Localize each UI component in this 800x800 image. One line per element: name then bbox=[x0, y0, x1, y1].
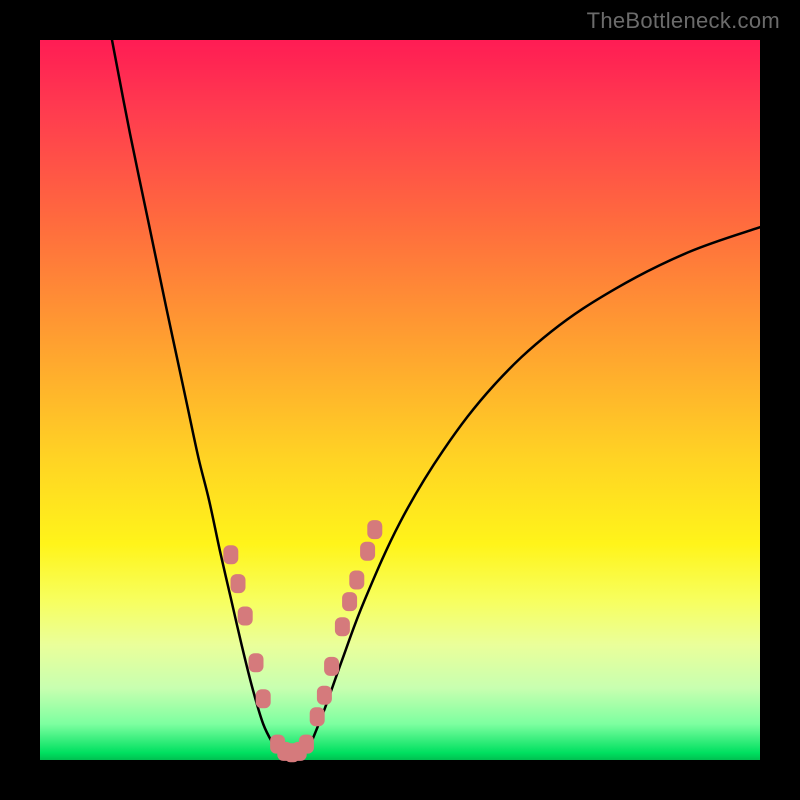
data-marker bbox=[335, 617, 350, 636]
data-marker bbox=[360, 542, 375, 561]
curve-svg bbox=[40, 40, 760, 760]
data-marker bbox=[349, 571, 364, 590]
left-branch-curve bbox=[112, 40, 274, 746]
data-marker bbox=[310, 707, 325, 726]
right-branch-curve bbox=[310, 227, 760, 745]
data-marker bbox=[342, 592, 357, 611]
data-marker bbox=[256, 689, 271, 708]
chart-canvas: TheBottleneck.com bbox=[0, 0, 800, 800]
data-marker bbox=[249, 653, 264, 672]
marker-group bbox=[223, 520, 382, 762]
data-marker bbox=[223, 545, 238, 564]
plot-area bbox=[40, 40, 760, 760]
data-marker bbox=[299, 735, 314, 754]
data-marker bbox=[231, 574, 246, 593]
data-marker bbox=[367, 520, 382, 539]
data-marker bbox=[238, 607, 253, 626]
data-marker bbox=[317, 686, 332, 705]
data-marker bbox=[324, 657, 339, 676]
watermark-text: TheBottleneck.com bbox=[587, 8, 780, 34]
